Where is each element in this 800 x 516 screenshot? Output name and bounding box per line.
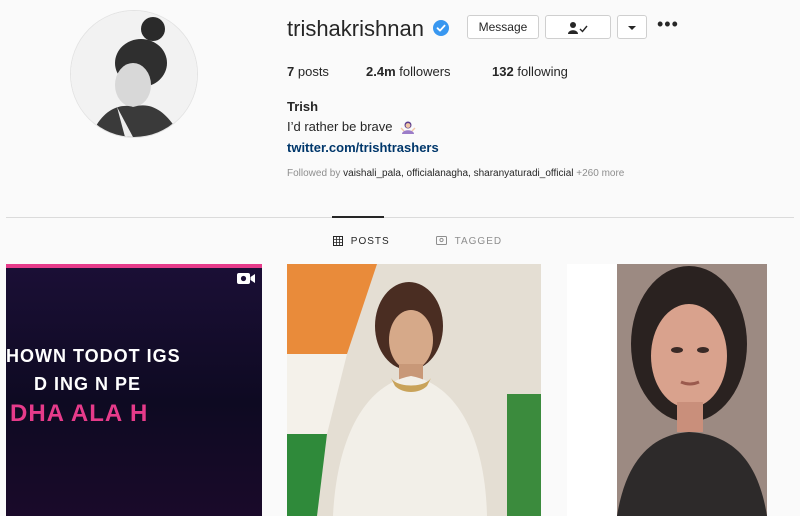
woman-shrugging-icon (400, 121, 416, 134)
video-icon (237, 273, 255, 284)
active-tab-indicator (332, 216, 384, 218)
posts-count: 7 posts (287, 64, 329, 79)
full-name: Trish (287, 99, 319, 114)
post-2-photo (287, 264, 541, 516)
following-count-label: following (517, 64, 568, 79)
following-count-value: 132 (492, 64, 514, 79)
post-1-text-line-3: DHA ALA H (10, 400, 149, 427)
post-3-selfie (617, 264, 767, 516)
post-thumbnail-3[interactable] (567, 264, 767, 516)
post-1-text-line-2: D ING N PE (34, 374, 142, 394)
post-3-photo (617, 264, 767, 516)
username: trishakrishnan (287, 16, 424, 41)
followed-by-prefix: Followed by (287, 168, 341, 179)
followed-by-names[interactable]: vaishali_pala, officialanagha, sharanyat… (343, 168, 573, 179)
external-link[interactable]: twitter.com/trishtrashers (287, 140, 439, 155)
profile-avatar[interactable] (70, 10, 198, 138)
more-dots-icon[interactable]: ••• (657, 14, 679, 35)
more-options-button[interactable] (617, 15, 647, 39)
following-button[interactable] (545, 15, 611, 39)
tab-posts-label: POSTS (350, 236, 390, 247)
posts-count-label: posts (297, 64, 329, 79)
tabs-divider (6, 217, 794, 218)
post-thumbnail-1[interactable]: HOWN TODOT IGS D ING N PE DHA ALA H (6, 264, 262, 516)
tab-tagged[interactable]: TAGGED (436, 236, 502, 247)
followed-by-more[interactable]: +260 more (576, 168, 624, 179)
avatar-photo (71, 11, 197, 137)
tab-tagged-label: TAGGED (454, 236, 503, 247)
followers-count[interactable]: 2.4m followers (366, 64, 451, 79)
post-1-top-accent (6, 264, 262, 268)
user-check-icon (568, 21, 588, 34)
post-1-text-line-1: HOWN TODOT IGS (6, 346, 181, 366)
verified-badge-icon (433, 20, 449, 36)
followers-count-value: 2.4m (366, 64, 396, 79)
tag-icon (436, 236, 447, 246)
followers-count-label: followers (399, 64, 451, 79)
post-thumbnail-2[interactable] (287, 264, 541, 516)
caret-down-icon (628, 25, 636, 30)
grid-icon (333, 236, 343, 247)
bio-text: I’d rather be brave (287, 119, 416, 136)
tab-posts[interactable]: POSTS (333, 236, 390, 247)
message-button[interactable]: Message (467, 15, 539, 39)
following-count[interactable]: 132 following (492, 64, 568, 79)
followed-by-text[interactable]: Followed by vaishali_pala, officialanagh… (287, 168, 624, 179)
posts-count-value: 7 (287, 64, 295, 79)
bio-line: I’d rather be brave (287, 119, 393, 134)
